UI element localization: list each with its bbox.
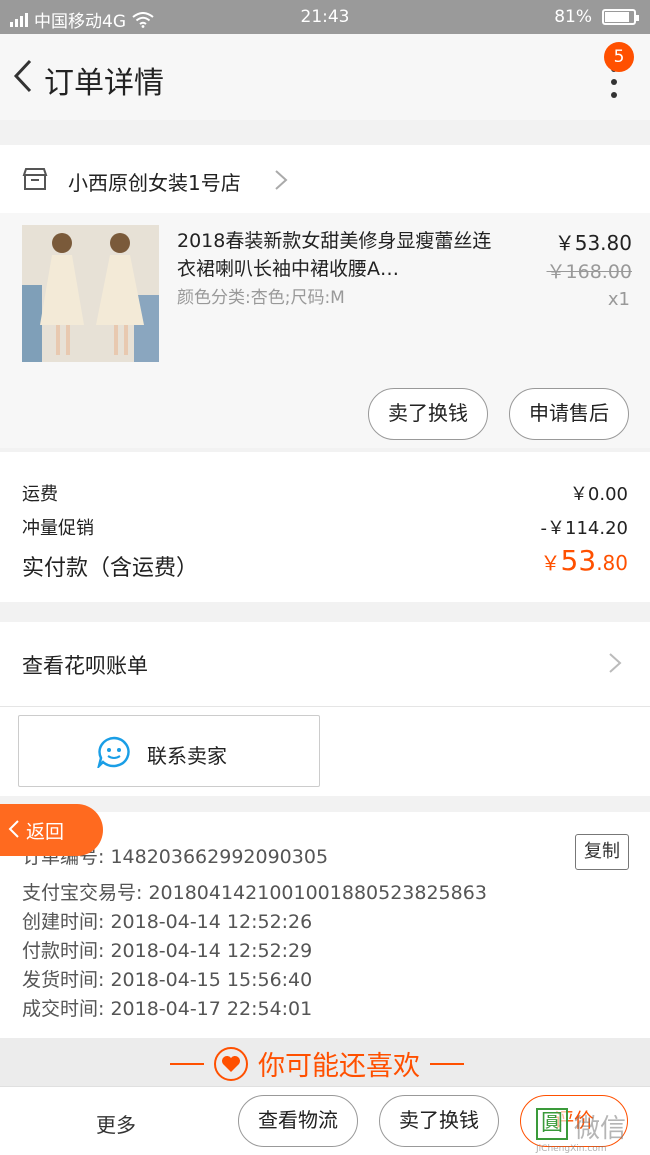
shipping-row: 运费 ￥0.00 <box>22 480 628 506</box>
site-watermark: 圓 微信 JiChengXin.com <box>536 1108 650 1155</box>
divider-right <box>430 1062 464 1065</box>
watermark-url: JiChengXin.com <box>536 1144 607 1154</box>
dress-illustration <box>22 225 159 362</box>
status-time: 21:43 <box>300 7 350 27</box>
huabei-label: 查看花呗账单 <box>22 654 148 678</box>
floating-back-button[interactable]: 返回 <box>0 804 103 856</box>
copy-button[interactable]: 复制 <box>575 834 629 870</box>
promo-label: 冲量促销 <box>22 518 94 539</box>
contact-seller-button[interactable]: 联系卖家 <box>18 715 320 787</box>
shipped-time: 发货时间: 2018-04-15 15:56:40 <box>22 969 313 991</box>
total-dec: .80 <box>596 551 628 575</box>
divider-left <box>170 1062 204 1065</box>
sell-again-button[interactable]: 卖了换钱 <box>379 1095 499 1147</box>
watermark-text: 微信 <box>574 1114 627 1144</box>
nav-bar: 订单详情 5 <box>0 34 650 120</box>
product-spec: 颜色分类:杏色;尺码:M <box>177 288 345 308</box>
cost-summary: 运费 ￥0.00 冲量促销 -￥114.20 实付款（含运费） ￥53.80 <box>0 452 650 602</box>
page-title: 订单详情 <box>44 66 164 101</box>
status-right: 81% <box>554 7 639 27</box>
battery-icon <box>602 9 639 25</box>
back-icon[interactable] <box>8 56 38 96</box>
shipping-label: 运费 <box>22 484 58 505</box>
total-label: 实付款（含运费） <box>22 556 199 581</box>
floating-back-label: 返回 <box>26 821 65 843</box>
created-time: 创建时间: 2018-04-14 12:52:26 <box>22 911 313 933</box>
shipping-value: ￥0.00 <box>569 484 628 505</box>
recommend-header: 你可能还喜欢 <box>0 1038 650 1086</box>
after-sale-button[interactable]: 申请售后 <box>509 388 629 440</box>
notification-badge: 5 <box>604 42 634 72</box>
product-original-price: ￥168.00 <box>546 261 632 283</box>
alipay-number: 支付宝交易号: 2018041421001001880523825863 <box>22 882 487 904</box>
recommend-label: 你可能还喜欢 <box>258 1051 420 1082</box>
shop-row[interactable]: 小西原创女装1号店 <box>0 145 650 213</box>
product-price: ￥53.80 <box>554 231 632 255</box>
watermark-logo: 圓 <box>536 1108 568 1140</box>
total-row: 实付款（含运费） ￥53.80 <box>22 544 628 582</box>
order-item[interactable]: 2018春装新款女甜美修身显瘦蕾丝连衣裙喇叭长袖中裙收腰A… 颜色分类:杏色;尺… <box>0 213 650 448</box>
chevron-right-icon <box>609 653 622 673</box>
more-button[interactable]: 更多 <box>96 1109 136 1138</box>
completed-time: 成交时间: 2018-04-17 22:54:01 <box>22 998 313 1020</box>
shop-icon <box>22 168 48 190</box>
promo-value: -￥114.20 <box>540 518 628 539</box>
product-quantity: x1 <box>607 289 630 310</box>
total-int: 53 <box>560 544 597 577</box>
product-title[interactable]: 2018春装新款女甜美修身显瘦蕾丝连衣裙喇叭长袖中裙收腰A… <box>177 227 497 283</box>
chevron-left-icon <box>8 820 19 838</box>
battery-percent: 81% <box>554 7 592 27</box>
sell-button[interactable]: 卖了换钱 <box>368 388 488 440</box>
shop-name: 小西原创女装1号店 <box>68 171 241 195</box>
contact-area: 联系卖家 <box>0 706 650 796</box>
chevron-right-icon <box>275 170 288 190</box>
promo-row: 冲量促销 -￥114.20 <box>22 514 628 540</box>
view-logistics-button[interactable]: 查看物流 <box>238 1095 358 1147</box>
chat-face-icon <box>97 736 130 768</box>
total-currency: ￥ <box>540 551 561 575</box>
heart-icon <box>214 1046 248 1081</box>
paid-time: 付款时间: 2018-04-14 12:52:29 <box>22 940 313 962</box>
contact-seller-label: 联系卖家 <box>147 744 227 768</box>
huabei-bill-row[interactable]: 查看花呗账单 <box>0 622 650 706</box>
total-value: ￥53.80 <box>541 544 628 577</box>
status-bar: 中国移动4G 21:43 81% <box>0 0 650 34</box>
product-image[interactable] <box>22 225 159 362</box>
